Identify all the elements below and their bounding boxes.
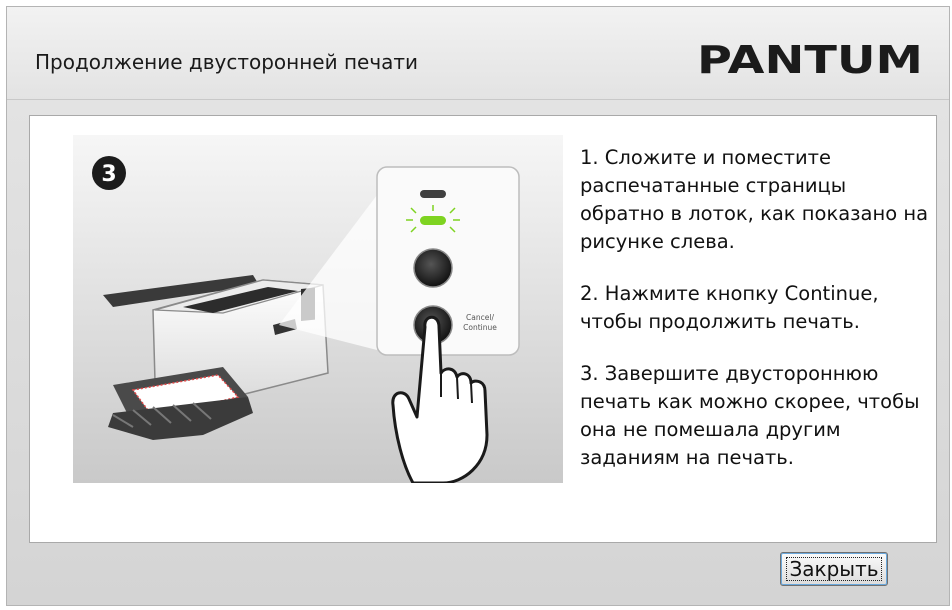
duplex-continue-dialog: Продолжение двусторонней печати PANTUM 3… — [6, 6, 950, 606]
cancel-button-icon — [413, 248, 453, 288]
instruction-step-3: 3. Завершите двустороннюю печать как мож… — [580, 362, 920, 469]
dialog-header: Продолжение двусторонней печати PANTUM — [7, 7, 949, 100]
step-number: 3 — [101, 162, 116, 187]
ready-indicator-light — [420, 216, 446, 225]
printer-illustration: 3 Cancel/ Continue — [73, 135, 563, 483]
instructions-text: 1. Сложите и поместите распечатанные стр… — [580, 144, 935, 496]
button-label-line1: Cancel/ — [466, 313, 494, 322]
instruction-step-2: 2. Нажмите кнопку Continue, чтобы продол… — [580, 282, 879, 333]
logo-text: PANTUM — [697, 39, 923, 81]
step-number-badge: 3 — [92, 156, 126, 190]
instruction-step-1: 1. Сложите и поместите распечатанные стр… — [580, 146, 929, 253]
close-button[interactable]: Закрыть — [780, 552, 888, 586]
pantum-logo: PANTUM — [697, 39, 923, 81]
close-button-label: Закрыть — [786, 557, 882, 581]
dialog-title: Продолжение двусторонней печати — [35, 50, 419, 74]
button-label-line2: Continue — [463, 323, 497, 332]
control-panel-zoom: Cancel/ Continue — [376, 166, 520, 356]
content-panel: 3 Cancel/ Continue 1. Сложите и поместит… — [29, 115, 937, 543]
